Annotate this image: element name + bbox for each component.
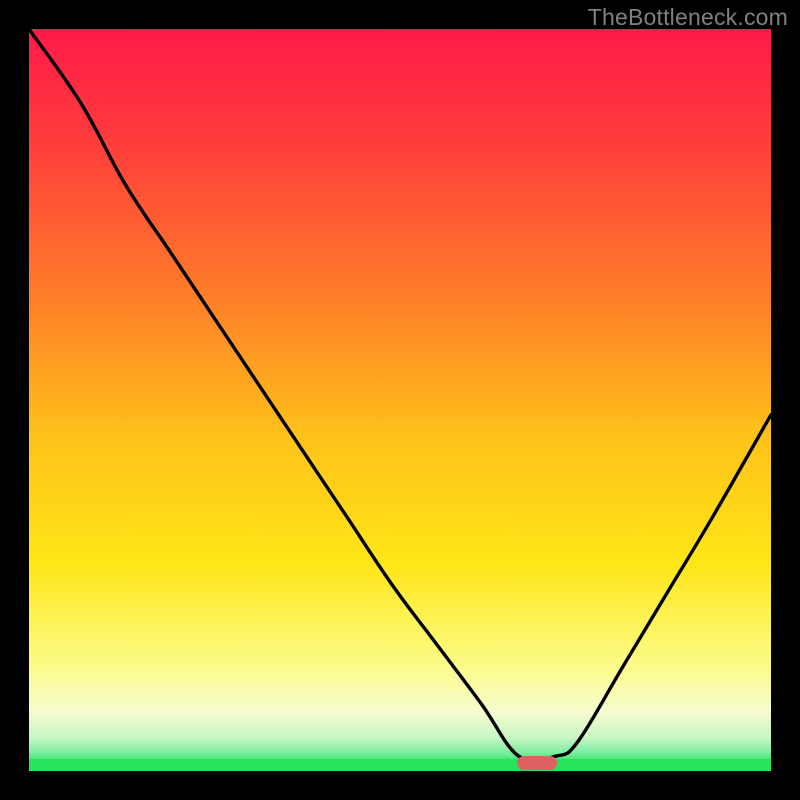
plot-area: [29, 29, 771, 771]
bottleneck-curve: [29, 29, 771, 771]
watermark-text: TheBottleneck.com: [588, 4, 788, 31]
chart-frame: TheBottleneck.com: [0, 0, 800, 800]
optimal-marker: [517, 756, 557, 770]
